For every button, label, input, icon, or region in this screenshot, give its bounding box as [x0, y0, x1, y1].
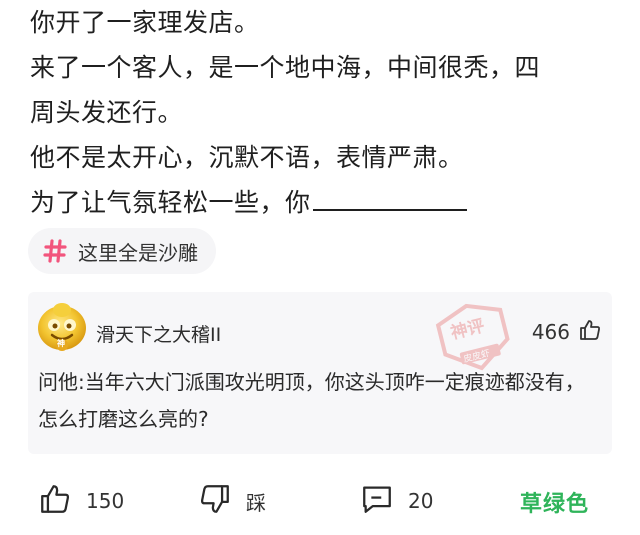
comment-text: 问他:当年六大门派围攻光明顶，你这头顶咋一定痕迹都没有，怎么打磨这么亮的?: [38, 370, 585, 431]
god-comment-card: 神 滑天下之大稽II 神评 皮皮虾 466 问他:当年六大门派围攻光明顶，你这头…: [28, 292, 612, 454]
topic-label: 这里全是沙雕: [78, 240, 198, 265]
dislike-label: 踩: [246, 490, 266, 515]
post-line: 来了一个客人，是一个地中海，中间很秃，四: [30, 53, 541, 82]
avatar[interactable]: 神: [34, 298, 90, 354]
comment-count: 20: [408, 489, 434, 513]
post-line-text: 为了让气氛轻松一些，你: [30, 188, 311, 217]
hash-icon: [42, 238, 68, 264]
fill-in-blank: [312, 207, 467, 211]
like-count: 150: [86, 489, 125, 513]
dislike-button[interactable]: 踩: [198, 482, 266, 520]
comment-like-button[interactable]: 466: [532, 318, 602, 346]
thumbs-up-icon: [578, 318, 602, 346]
like-button[interactable]: 150: [38, 482, 124, 520]
post-line: 周头发还行。: [30, 98, 184, 127]
comment-bubble-icon: [360, 482, 394, 520]
comment-username[interactable]: 滑天下之大稽II: [96, 320, 221, 347]
topic-chip[interactable]: 这里全是沙雕: [28, 228, 216, 274]
comment-like-count: 466: [531, 320, 570, 344]
post-page: 你开了一家理发店。 来了一个客人，是一个地中海，中间很秃，四 周头发还行。 他不…: [0, 0, 640, 535]
avatar-badge-text: 神: [57, 339, 65, 348]
watermark: 草绿色: [520, 492, 590, 517]
post-line: 他不是太开心，沉默不语，表情严肃。: [30, 143, 464, 172]
comment-button[interactable]: 20: [360, 482, 433, 520]
post-body: 你开了一家理发店。 来了一个客人，是一个地中海，中间很秃，四 周头发还行。 他不…: [30, 0, 620, 225]
action-bar: 150 踩 20 草绿色: [0, 476, 640, 526]
post-line-last: 为了让气氛轻松一些，你: [30, 180, 620, 225]
post-line: 你开了一家理发店。: [30, 8, 260, 37]
thumbs-down-icon: [198, 482, 232, 520]
thumbs-up-icon: [38, 482, 72, 520]
